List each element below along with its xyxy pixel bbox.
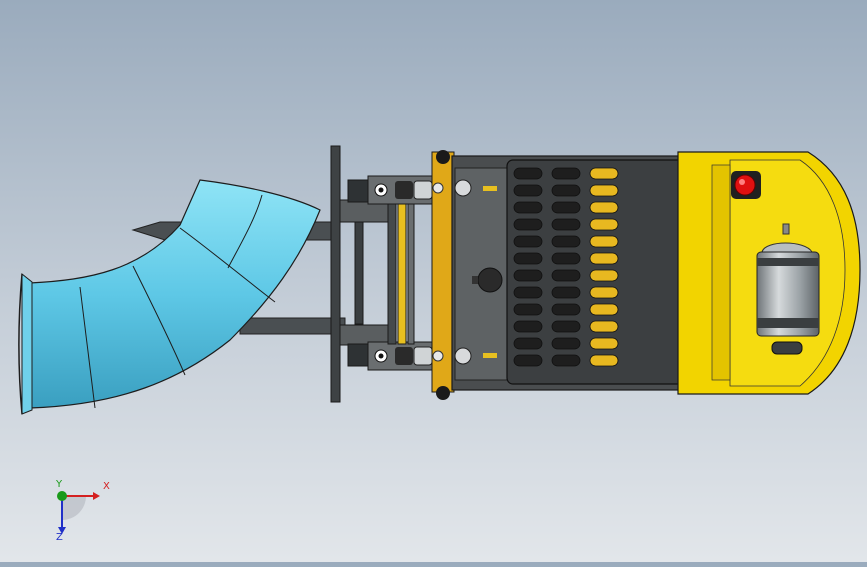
grille-slot — [513, 320, 543, 333]
grille-slot — [513, 337, 543, 350]
grille-slot — [551, 269, 581, 282]
grille-slot — [551, 218, 581, 231]
cad-viewport[interactable]: X Y Z — [0, 0, 867, 562]
mounting-plate — [330, 145, 341, 403]
grille-slot — [589, 252, 619, 265]
grille-slot — [551, 303, 581, 316]
grille-slot — [589, 235, 619, 248]
grille-slot — [513, 303, 543, 316]
y-axis-label: Y — [56, 479, 63, 490]
grille-slot — [551, 167, 581, 180]
grille-slot — [589, 218, 619, 231]
grille-slot — [589, 201, 619, 214]
grille-slot — [589, 167, 619, 180]
grille-slot — [551, 320, 581, 333]
grille-slot — [513, 167, 543, 180]
machine-model[interactable] — [0, 0, 867, 562]
grille-slot — [513, 286, 543, 299]
grille-slot — [589, 354, 619, 367]
grille-slot — [551, 337, 581, 350]
z-axis-label: Z — [56, 532, 63, 543]
grille-slot — [513, 218, 543, 231]
guide-rails — [354, 203, 415, 345]
grille-slot — [513, 235, 543, 248]
grille-slot — [589, 184, 619, 197]
grille-slot — [513, 354, 543, 367]
x-axis-label: X — [103, 481, 110, 492]
grille-slot — [589, 320, 619, 333]
curved-duct[interactable] — [18, 179, 321, 415]
grille-slot — [551, 252, 581, 265]
grille-slot — [589, 337, 619, 350]
grille-slot — [589, 286, 619, 299]
grille-slot — [551, 286, 581, 299]
coordinate-triad: X Y Z — [40, 478, 120, 548]
front-strip — [431, 150, 455, 400]
grille-slot — [513, 252, 543, 265]
red-indicator-icon[interactable] — [731, 171, 761, 199]
grille-slot — [551, 184, 581, 197]
grille-slot — [513, 269, 543, 282]
y-axis-dot — [57, 491, 67, 501]
grille-slot — [551, 235, 581, 248]
grille-slot — [589, 269, 619, 282]
support-arm-lower — [239, 317, 346, 335]
grille-slot — [513, 184, 543, 197]
grille-slot — [551, 201, 581, 214]
grille-slot — [589, 303, 619, 316]
grille-slot — [551, 354, 581, 367]
grille-slot — [513, 201, 543, 214]
